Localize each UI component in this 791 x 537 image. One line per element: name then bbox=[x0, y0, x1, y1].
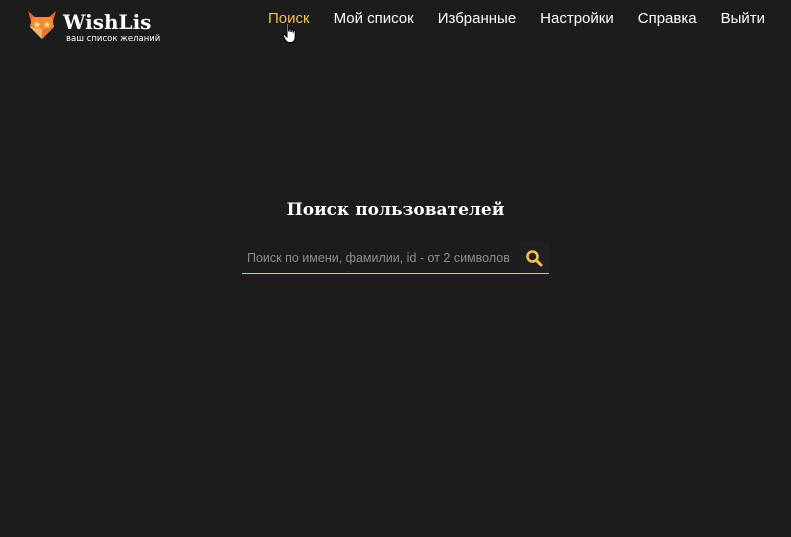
nav-item-my-list[interactable]: Мой список bbox=[334, 10, 414, 28]
nav-item-settings[interactable]: Настройки bbox=[540, 10, 614, 28]
logo[interactable]: WishLis ваш список желаний bbox=[26, 9, 166, 45]
nav-item-logout[interactable]: Выйти bbox=[721, 10, 765, 28]
search-title: Поиск пользователей bbox=[286, 200, 505, 220]
search-box bbox=[242, 242, 549, 274]
search-icon bbox=[526, 249, 543, 266]
main-nav: Поиск Мой список Избранные Настройки Спр… bbox=[244, 10, 765, 28]
fox-logo-icon bbox=[28, 11, 56, 39]
nav-item-help[interactable]: Справка bbox=[638, 10, 697, 28]
nav-item-favorites[interactable]: Избранные bbox=[438, 10, 516, 28]
search-button[interactable] bbox=[519, 242, 549, 273]
logo-title: WishLis bbox=[63, 10, 152, 34]
search-input[interactable] bbox=[242, 242, 518, 273]
page: WishLis ваш список желаний Поиск Мой спи… bbox=[0, 0, 791, 537]
hand-cursor-icon bbox=[282, 22, 296, 43]
logo-subtitle: ваш список желаний bbox=[66, 34, 161, 44]
